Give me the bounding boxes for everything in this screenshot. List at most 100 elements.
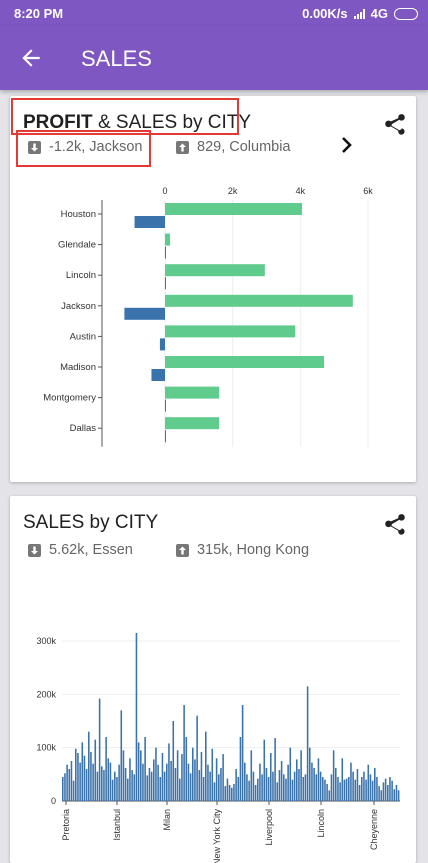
- sales-bar: [233, 783, 235, 801]
- x-tick-label: 0: [162, 186, 167, 196]
- sales-bar: [124, 767, 127, 801]
- share-icon[interactable]: [382, 112, 408, 138]
- sales-bar: [309, 747, 311, 801]
- sales-bar: [280, 761, 283, 801]
- sales-bar: [209, 771, 211, 801]
- sales-bar: [96, 771, 99, 801]
- sales-bar: [165, 325, 296, 338]
- chevron-right-icon[interactable]: [340, 136, 354, 154]
- sales-bar: [248, 780, 250, 801]
- sales-bar: [79, 762, 81, 801]
- card-title: SALES by CITY: [23, 512, 159, 533]
- page-title: SALES: [81, 46, 152, 71]
- sales-bar: [90, 751, 92, 801]
- sales-bar: [165, 233, 171, 246]
- network-speed: 0.00K/s: [302, 6, 348, 21]
- sales-bar: [127, 778, 129, 801]
- sales-bar: [153, 759, 155, 801]
- high-stat-value: 829, Columbia: [197, 139, 291, 155]
- sales-bar: [94, 739, 97, 801]
- sales-bar: [304, 774, 307, 801]
- sales-bar: [274, 738, 276, 801]
- sales-bar: [114, 771, 116, 801]
- sales-bar: [376, 777, 378, 801]
- high-stat: 315k, Hong Kong: [176, 542, 309, 558]
- sales-bar: [192, 747, 194, 801]
- sales-bar: [133, 774, 136, 801]
- sales-bar: [345, 778, 348, 801]
- sales-bar: [287, 764, 289, 801]
- sales-bar: [348, 777, 350, 801]
- sales-bar: [166, 763, 168, 801]
- status-time: 8:20 PM: [14, 6, 64, 21]
- sales-bar: [137, 742, 140, 801]
- sales-bar: [165, 356, 325, 368]
- sales-bar: [222, 754, 224, 801]
- arrow-up-icon: [176, 543, 189, 557]
- sales-bar: [361, 777, 363, 801]
- category-label: Austin: [70, 331, 96, 342]
- x-tick-label: Lincoln: [316, 809, 326, 838]
- sales-bar: [378, 786, 380, 801]
- sales-bar: [384, 778, 387, 801]
- profit-sales-chart: 0 2k 4k 6k Houston Glendale Lincoln Jackson Aust…: [43, 186, 373, 447]
- category-label: Madison: [60, 362, 96, 373]
- sales-bar: [146, 775, 149, 801]
- sales-bar: [83, 755, 86, 801]
- sales-bar: [250, 750, 253, 801]
- sales-bar: [226, 778, 229, 801]
- sales-bar: [179, 778, 181, 801]
- sales-bar: [120, 710, 123, 801]
- x-tick-label: Cheyenne: [369, 809, 379, 850]
- profit-bar: [165, 399, 166, 412]
- sales-bar: [77, 753, 79, 801]
- y-tick-label: 200k: [36, 689, 56, 699]
- sales-bar: [103, 770, 105, 801]
- sales-bar: [218, 774, 220, 801]
- sales-bar: [356, 769, 359, 801]
- back-arrow-icon[interactable]: [18, 45, 44, 71]
- sales-bar: [165, 417, 220, 430]
- sales-bar: [135, 633, 138, 801]
- sales-bar: [374, 767, 376, 801]
- sales-bar: [278, 770, 281, 801]
- sales-bar: [397, 790, 400, 801]
- sales-bar: [157, 764, 159, 801]
- sales-bar: [254, 785, 257, 801]
- sales-bar: [239, 737, 242, 801]
- sales-bar: [354, 779, 357, 801]
- sales-bar: [341, 758, 344, 801]
- sales-bar: [72, 780, 75, 801]
- sales-bar: [252, 771, 255, 801]
- profit-bar: [151, 369, 165, 381]
- sales-bar: [185, 737, 188, 801]
- sales-bar: [142, 763, 144, 801]
- sales-bar: [317, 758, 320, 801]
- sales-bar: [140, 750, 142, 801]
- sales-bar: [189, 773, 192, 801]
- x-tick-label: 6k: [363, 186, 373, 196]
- sales-bar: [276, 782, 279, 801]
- sales-bar: [116, 777, 118, 801]
- sales-bar: [109, 762, 112, 801]
- sales-bar: [118, 764, 120, 801]
- sales-bar: [285, 778, 287, 801]
- sales-bar: [81, 742, 84, 801]
- status-bar: 8:20 PM 0.00K/s 4G: [0, 0, 428, 26]
- sales-bar: [339, 782, 341, 801]
- category-label: Glendale: [58, 240, 96, 251]
- sales-bar: [183, 705, 185, 801]
- sales-bar: [64, 773, 66, 801]
- sales-bar: [380, 790, 383, 801]
- sales-bar: [315, 774, 318, 801]
- sales-bar: [202, 777, 205, 801]
- sales-bar: [176, 750, 179, 801]
- sales-bar: [337, 777, 339, 801]
- share-icon[interactable]: [382, 512, 408, 538]
- sales-bar: [389, 777, 391, 801]
- profit-bar: [124, 307, 165, 320]
- sales-bar: [148, 767, 151, 801]
- sales-bar: [387, 785, 389, 801]
- sales-bar: [107, 758, 110, 801]
- profit-bar: [165, 246, 166, 259]
